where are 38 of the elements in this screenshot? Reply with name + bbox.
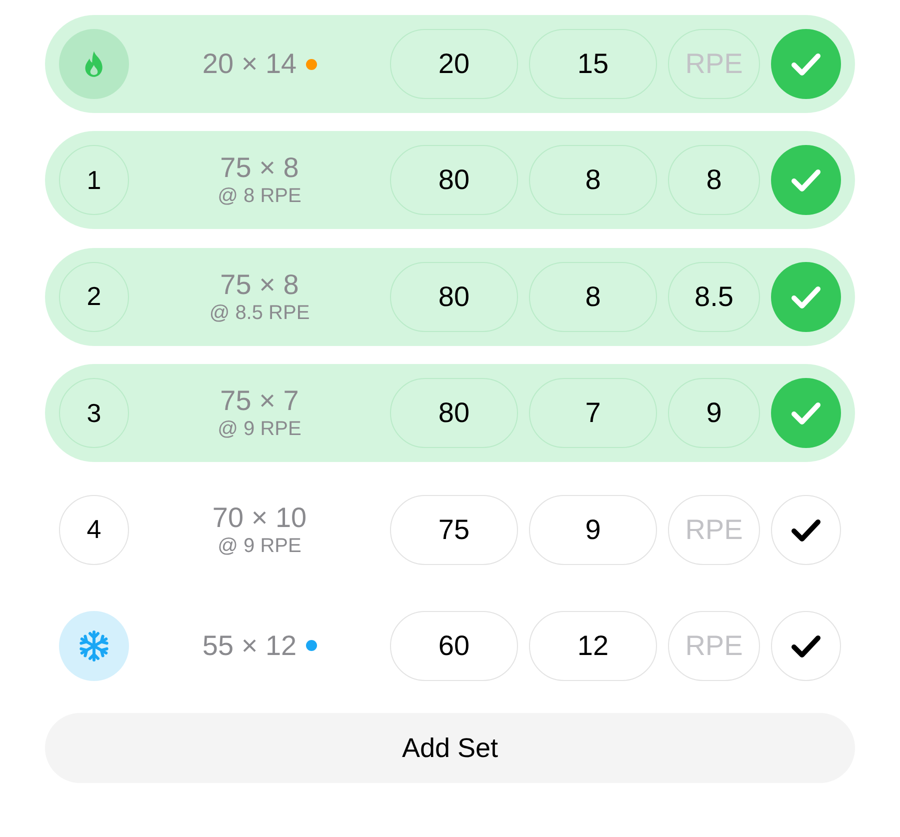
set-number-button[interactable]: 3 bbox=[59, 378, 129, 448]
target-text: 75 × 7 bbox=[220, 385, 299, 418]
set-number-button[interactable]: 2 bbox=[59, 262, 129, 332]
target-rpe-text: @ 9 RPE bbox=[218, 534, 302, 558]
check-icon bbox=[791, 168, 821, 192]
reps-field[interactable]: 8 bbox=[529, 262, 657, 332]
rpe-field[interactable]: RPE bbox=[668, 494, 760, 565]
set-number-button[interactable]: 4 bbox=[59, 494, 129, 565]
set-number-button[interactable]: 1 bbox=[59, 145, 129, 216]
weight-field[interactable]: 20 bbox=[390, 29, 518, 99]
target-text: 55 × 12 bbox=[202, 630, 297, 662]
check-icon bbox=[791, 634, 821, 658]
weight-field[interactable]: 75 bbox=[390, 494, 518, 565]
rpe-field[interactable]: 8 bbox=[668, 145, 760, 216]
weight-field[interactable]: 80 bbox=[390, 378, 518, 448]
target-rpe-text: @ 8 RPE bbox=[218, 184, 302, 208]
target-text: 75 × 8 bbox=[220, 268, 299, 301]
check-icon bbox=[791, 284, 821, 309]
target-text: 70 × 10 bbox=[212, 502, 307, 534]
rpe-field[interactable]: 9 bbox=[668, 378, 760, 448]
target-rpe-text: @ 8.5 RPE bbox=[209, 300, 310, 325]
check-icon bbox=[791, 518, 821, 542]
add-set-button[interactable]: Add Set bbox=[45, 713, 855, 784]
target-rpe-text: @ 9 RPE bbox=[218, 417, 302, 442]
reps-field[interactable]: 12 bbox=[529, 610, 657, 681]
check-icon bbox=[791, 401, 821, 426]
weight-field[interactable]: 60 bbox=[390, 610, 518, 681]
reps-field[interactable]: 9 bbox=[529, 494, 657, 565]
reps-field[interactable]: 15 bbox=[529, 29, 657, 99]
target-text: 75 × 8 bbox=[220, 152, 299, 184]
rpe-field[interactable]: 8.5 bbox=[668, 262, 760, 332]
check-icon bbox=[791, 52, 821, 76]
rpe-field[interactable]: RPE bbox=[668, 610, 760, 681]
weight-field[interactable]: 80 bbox=[390, 262, 518, 332]
reps-field[interactable]: 7 bbox=[529, 378, 657, 448]
reps-field[interactable]: 8 bbox=[529, 145, 657, 216]
weight-field[interactable]: 80 bbox=[390, 145, 518, 216]
target-text: 20 × 14 bbox=[202, 48, 297, 80]
